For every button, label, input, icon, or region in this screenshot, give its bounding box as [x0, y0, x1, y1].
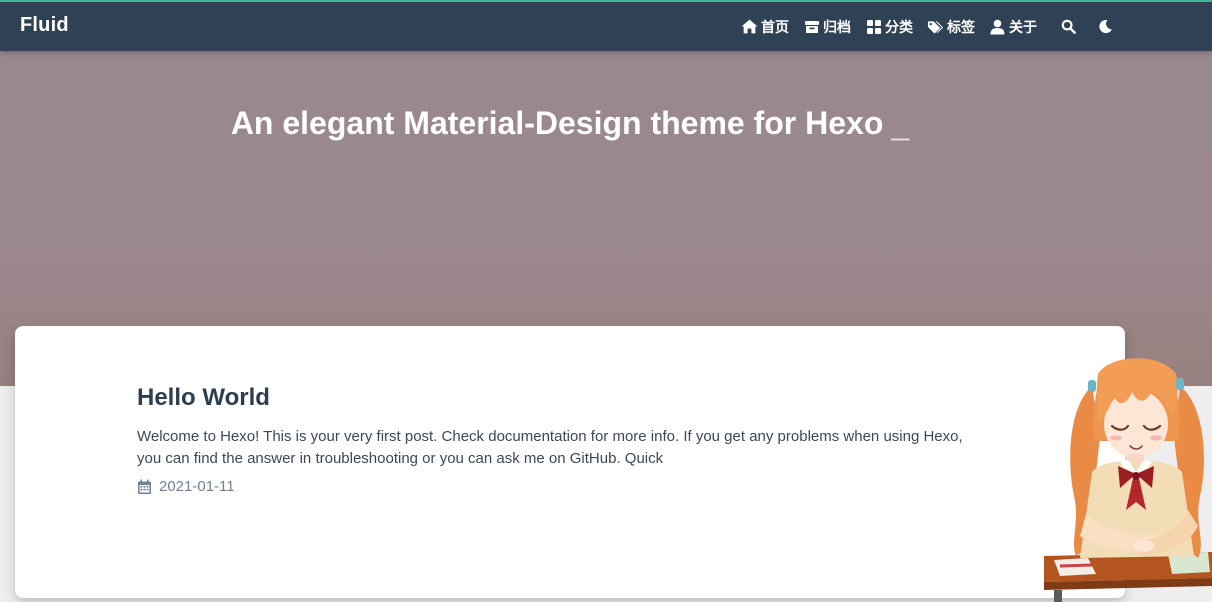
nav-item-categories-label: 分类 [885, 18, 913, 35]
brand-logo[interactable]: Fluid [20, 14, 69, 37]
navbar: Fluid 首页 归档 分类 标签 关于 [0, 0, 1212, 51]
nav-item-tags[interactable]: 标签 [927, 17, 975, 37]
tags-icon [927, 18, 944, 35]
post-title[interactable]: Hello World [137, 384, 987, 412]
banner-subtitle: An elegant Material-Design theme for Hex… [0, 105, 1140, 142]
archive-icon [803, 18, 820, 35]
nav-item-about-label: 关于 [1009, 18, 1037, 35]
nav-item-archives[interactable]: 归档 [803, 17, 851, 37]
live2d-mascot[interactable] [1040, 346, 1212, 602]
post-list-card: Hello World Welcome to Hexo! This is you… [15, 326, 1125, 598]
nav-item-archives-label: 归档 [823, 18, 851, 35]
home-icon [741, 18, 758, 35]
typed-cursor: _ [891, 105, 910, 141]
post-item: Hello World Welcome to Hexo! This is you… [137, 384, 987, 495]
nav-menu: 首页 归档 分类 标签 关于 [727, 2, 1116, 51]
calendar-icon [137, 479, 153, 495]
search-button[interactable] [1057, 16, 1079, 38]
page: An elegant Material-Design theme for Hex… [0, 0, 1212, 602]
nav-item-categories[interactable]: 分类 [865, 17, 913, 37]
nav-item-home[interactable]: 首页 [741, 17, 789, 37]
search-icon [1061, 19, 1076, 34]
banner-subtitle-text: An elegant Material-Design theme for Hex… [230, 105, 884, 141]
post-excerpt[interactable]: Welcome to Hexo! This is your very first… [137, 426, 987, 470]
post-date: 2021-01-11 [159, 478, 235, 495]
dark-mode-toggle[interactable] [1094, 16, 1116, 38]
moon-icon [1098, 19, 1112, 34]
nav-item-tags-label: 标签 [947, 18, 975, 35]
user-icon [989, 18, 1006, 35]
post-meta: 2021-01-11 [137, 478, 987, 495]
nav-item-about[interactable]: 关于 [989, 17, 1037, 37]
category-icon [865, 18, 882, 35]
nav-item-home-label: 首页 [761, 18, 789, 35]
